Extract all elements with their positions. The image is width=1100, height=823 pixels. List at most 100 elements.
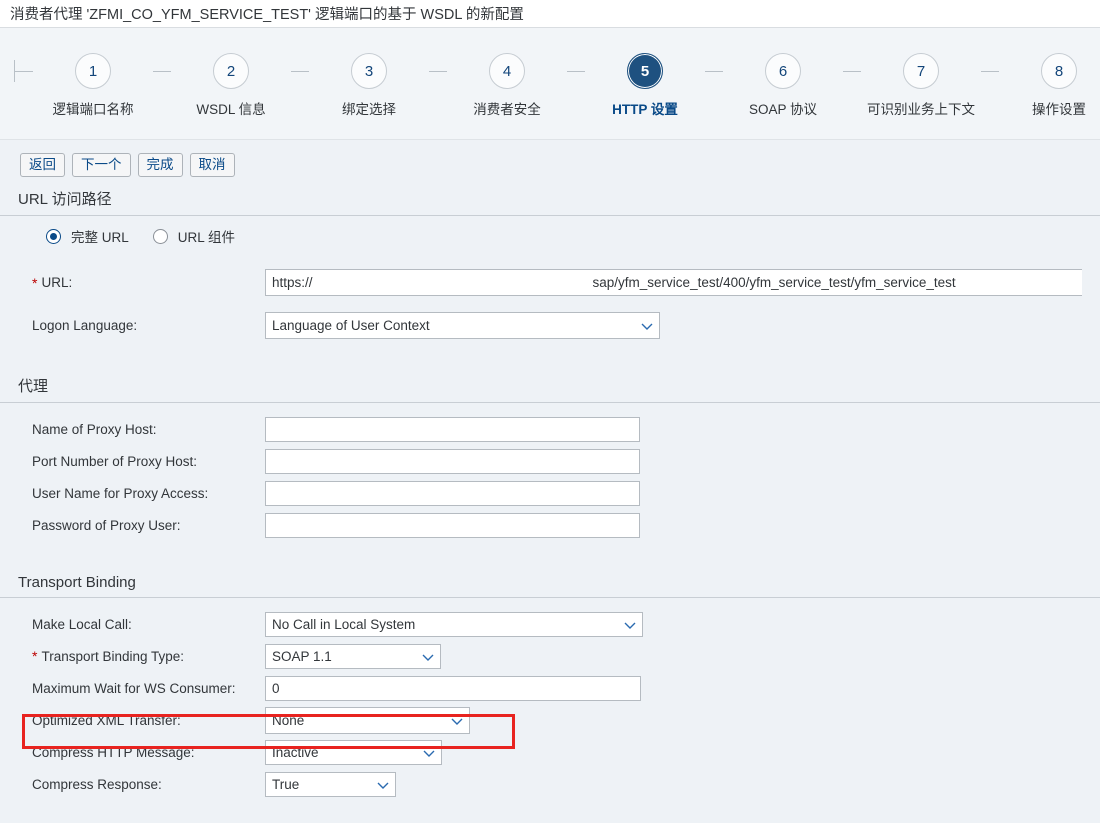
roadmap-connector <box>981 71 999 72</box>
chevron-down-icon <box>623 618 636 631</box>
finish-button[interactable]: 完成 <box>137 153 183 177</box>
compress-http-message-select[interactable]: Inactive <box>265 739 442 765</box>
proxy-host-label: Name of Proxy Host: <box>32 421 157 437</box>
transport-binding-panel: Make Local Call: No Call in Local System… <box>0 598 1100 800</box>
proxy-panel: Name of Proxy Host: Port Number of Proxy… <box>0 403 1100 541</box>
section-title-proxy: 代理 <box>18 378 49 395</box>
url-path-text: sap/yfm_service_test/400/yfm_service_tes… <box>592 275 956 290</box>
roadmap-step-label: 可识别业务上下文 <box>867 102 975 117</box>
logon-language-label: Logon Language: <box>32 318 138 333</box>
optimized-xml-transfer-row: Optimized XML Transfer: None <box>0 704 1100 736</box>
make-local-call-select[interactable]: No Call in Local System <box>265 611 643 637</box>
roadmap-step-number: 1 <box>75 53 111 89</box>
url-access-panel: 完整 URL URL 组件 * URL: https:// sap/yfm_se… <box>0 216 1100 342</box>
make-local-call-row: Make Local Call: No Call in Local System <box>0 608 1100 640</box>
roadmap-step-number: 5 <box>627 53 663 89</box>
logon-language-row: Logon Language: Language of User Context <box>0 309 1100 342</box>
radio-full-url[interactable] <box>46 228 61 244</box>
roadmap-step-label: 消费者安全 <box>473 102 541 117</box>
compress-response-select[interactable]: True <box>265 771 396 797</box>
proxy-port-row: Port Number of Proxy Host: <box>0 445 1100 477</box>
radio-full-url-label[interactable]: 完整 URL <box>71 226 129 246</box>
optimized-xml-transfer-select[interactable]: None <box>265 706 470 734</box>
proxy-username-label: User Name for Proxy Access: <box>32 485 209 501</box>
required-marker-transport-binding-type: * <box>32 648 38 664</box>
transport-binding-type-row: * Transport Binding Type: SOAP 1.1 <box>0 640 1100 672</box>
roadmap-connector <box>429 71 447 72</box>
transport-binding-type-select[interactable]: SOAP 1.1 <box>265 643 441 669</box>
roadmap-step-8[interactable]: 8 操作设置 <box>999 42 1100 118</box>
transport-binding-type-label: Transport Binding Type: <box>41 648 185 664</box>
roadmap-connector <box>843 71 861 72</box>
optimized-xml-transfer-value: None <box>272 712 305 728</box>
chevron-down-icon <box>421 650 434 663</box>
next-button[interactable]: 下一个 <box>72 153 131 177</box>
maximum-wait-label: Maximum Wait for WS Consumer: <box>32 680 236 696</box>
roadmap-step-number: 7 <box>903 53 939 89</box>
compress-http-message-value: Inactive <box>272 744 319 760</box>
roadmap-step-2[interactable]: 2 WSDL 信息 <box>171 42 291 118</box>
proxy-port-input[interactable] <box>265 448 640 474</box>
proxy-password-input[interactable] <box>265 512 640 538</box>
proxy-password-row: Password of Proxy User: <box>0 509 1100 541</box>
roadmap-step-number: 3 <box>351 53 387 89</box>
proxy-port-label: Port Number of Proxy Host: <box>32 453 198 469</box>
roadmap-connector <box>153 71 171 72</box>
app-window: 消费者代理 'ZFMI_CO_YFM_SERVICE_TEST' 逻辑端口的基于… <box>0 0 1100 800</box>
roadmap-step-number: 8 <box>1041 53 1077 89</box>
roadmap-connector <box>291 71 309 72</box>
proxy-host-input[interactable] <box>265 416 640 442</box>
wizard-toolbar: 返回 下一个 完成 取消 <box>0 140 1100 177</box>
url-row: * URL: https:// sap/yfm_service_test/400… <box>0 266 1100 299</box>
optimized-xml-transfer-label: Optimized XML Transfer: <box>32 712 181 728</box>
url-label-wrap: * URL: <box>0 275 265 290</box>
roadmap-step-label: 绑定选择 <box>342 102 396 117</box>
roadmap-step-7[interactable]: 7 可识别业务上下文 <box>861 42 981 118</box>
url-protocol-text: https:// <box>272 275 313 290</box>
back-button[interactable]: 返回 <box>20 153 65 177</box>
chevron-down-icon <box>422 746 435 759</box>
url-input[interactable]: https:// sap/yfm_service_test/400/yfm_se… <box>265 269 1082 296</box>
radio-url-components-label[interactable]: URL 组件 <box>178 226 235 246</box>
cancel-button[interactable]: 取消 <box>189 153 235 177</box>
maximum-wait-input[interactable]: 0 <box>265 675 641 701</box>
compress-response-label: Compress Response: <box>32 776 162 792</box>
roadmap-connector <box>705 71 723 72</box>
logon-language-value: Language of User Context <box>272 318 430 333</box>
roadmap-step-6[interactable]: 6 SOAP 协议 <box>723 42 843 118</box>
roadmap-step-label: HTTP 设置 <box>612 102 678 117</box>
compress-http-message-row: Compress HTTP Message: Inactive <box>0 736 1100 768</box>
window-titlebar: 消费者代理 'ZFMI_CO_YFM_SERVICE_TEST' 逻辑端口的基于… <box>0 0 1100 28</box>
chevron-down-icon <box>450 714 463 727</box>
roadmap-step-number: 6 <box>765 53 801 89</box>
roadmap-step-3[interactable]: 3 绑定选择 <box>309 42 429 118</box>
roadmap-step-1[interactable]: 1 逻辑端口名称 <box>33 42 153 118</box>
proxy-username-input[interactable] <box>265 480 640 506</box>
url-label: URL: <box>41 275 73 290</box>
roadmap-step-5[interactable]: 5 HTTP 设置 <box>585 42 705 118</box>
chevron-down-icon <box>640 319 653 332</box>
url-mode-radio-group: 完整 URL URL 组件 <box>0 216 1100 256</box>
roadmap-connector <box>15 71 33 72</box>
roadmap-step-label: 操作设置 <box>1032 102 1086 117</box>
roadmap-step-label: WSDL 信息 <box>196 102 266 117</box>
roadmap-connector <box>567 71 585 72</box>
section-title-url-access: URL 访问路径 <box>18 191 112 208</box>
compress-http-message-label: Compress HTTP Message: <box>32 744 195 760</box>
roadmap-step-4[interactable]: 4 消费者安全 <box>447 42 567 118</box>
maximum-wait-row: Maximum Wait for WS Consumer: 0 <box>0 672 1100 704</box>
compress-response-value: True <box>272 776 300 792</box>
required-marker-url: * <box>32 274 38 291</box>
radio-url-components[interactable] <box>152 228 168 244</box>
section-title-transport-binding: Transport Binding <box>18 574 136 591</box>
logon-language-select[interactable]: Language of User Context <box>265 312 660 339</box>
transport-binding-type-value: SOAP 1.1 <box>272 648 332 664</box>
roadmap-step-label: SOAP 协议 <box>748 102 818 117</box>
compress-response-row: Compress Response: True <box>0 768 1100 800</box>
